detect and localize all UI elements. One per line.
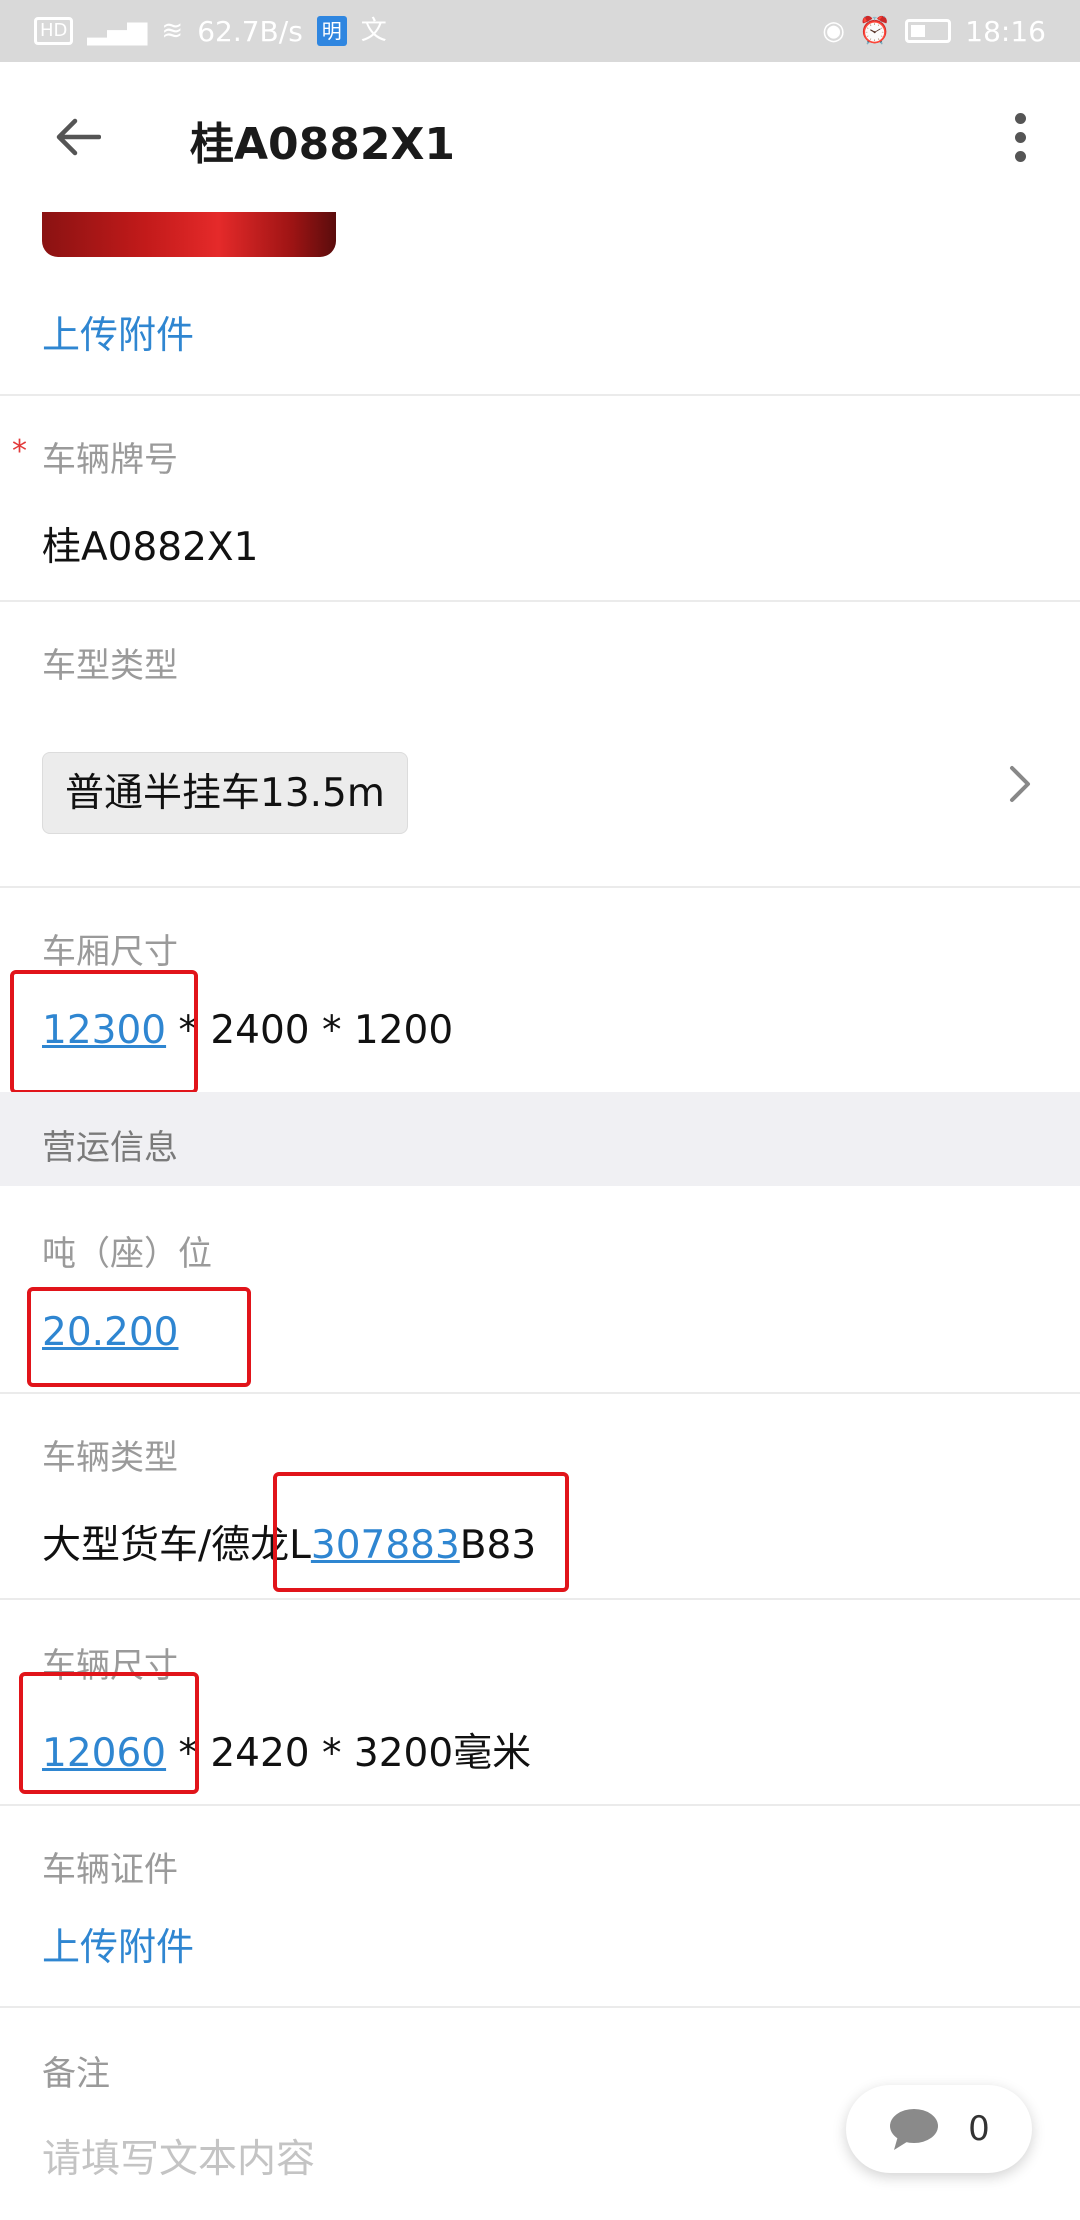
highlight-box-tonnage: [27, 1287, 251, 1387]
highlight-box-vehicle-length: [19, 1672, 199, 1794]
vehicle-model-type-tag[interactable]: 普通半挂车13.5m: [42, 752, 408, 834]
signal-icon: ▂▄▆: [87, 16, 148, 46]
cargo-box-size-rest: * 2400 * 1200: [166, 1008, 454, 1053]
more-dot-icon: [1014, 112, 1026, 124]
wifi-icon: ≋: [161, 16, 184, 46]
cargo-box-size-label: 车厢尺寸: [42, 932, 178, 972]
upload-attachment-link[interactable]: 上传附件: [42, 304, 194, 359]
back-button[interactable]: [42, 102, 112, 172]
hd-icon: HD: [34, 17, 74, 45]
app-bar: 桂A0882X1: [0, 62, 1080, 212]
vehicle-model-type-label: 车型类型: [42, 646, 178, 686]
operation-info-header: 营运信息: [0, 1092, 1080, 1186]
plate-number-field[interactable]: * 车辆牌号 桂A0882X1: [0, 398, 1080, 602]
operation-info-title: 营运信息: [42, 1128, 178, 1168]
page-title: 桂A0882X1: [190, 119, 456, 170]
status-left: HD ▂▄▆ ≋ 62.7B/s 明 文: [34, 15, 387, 48]
chat-bubble-icon: [890, 2109, 939, 2150]
tonnage-label: 吨（座）位: [42, 1234, 212, 1274]
remarks-label: 备注: [42, 2054, 110, 2094]
chevron-right-icon[interactable]: [1000, 754, 1040, 814]
more-dot-icon: [1014, 131, 1026, 143]
vehicle-certificate-upload-link[interactable]: 上传附件: [42, 1916, 194, 1971]
vehicle-model-type-field[interactable]: 车型类型 普通半挂车13.5m: [0, 604, 1080, 888]
alarm-icon: ⏰: [858, 16, 892, 46]
status-time: 18:16: [965, 14, 1046, 48]
comment-button[interactable]: 0: [846, 2085, 1032, 2173]
vehicle-type-label: 车辆类型: [42, 1438, 178, 1478]
eye-icon: ◉: [822, 16, 845, 46]
plate-number-value[interactable]: 桂A0882X1: [42, 516, 258, 572]
battery-icon: [905, 19, 952, 43]
more-options-button[interactable]: [990, 102, 1050, 172]
more-dot-icon: [1014, 150, 1026, 162]
comment-count: 0: [968, 2109, 990, 2149]
vehicle-certificate-field: 车辆证件 上传附件: [0, 1808, 1080, 2008]
translate-icon: 文: [360, 16, 387, 46]
network-speed: 62.7B/s: [197, 14, 303, 48]
status-right: ◉ ⏰ 18:16: [822, 15, 1046, 48]
vehicle-size-rest: * 2420 * 3200毫米: [166, 1731, 532, 1776]
app-icon: 明: [316, 16, 347, 46]
highlight-box-vehicle-model: [273, 1472, 569, 1592]
vehicle-photo-thumbnail[interactable]: [42, 212, 336, 257]
status-bar: HD ▂▄▆ ≋ 62.7B/s 明 文 ◉ ⏰ 18:16: [0, 0, 1080, 62]
back-arrow-icon: [56, 118, 101, 156]
remarks-placeholder[interactable]: 请填写文本内容: [42, 2128, 315, 2184]
required-mark: *: [12, 434, 27, 469]
vehicle-type-prefix: 大型货车/德龙L: [42, 1523, 311, 1568]
vehicle-certificate-label: 车辆证件: [42, 1850, 178, 1890]
plate-number-label: 车辆牌号: [42, 440, 178, 480]
photo-attachment-section: 上传附件: [0, 212, 1080, 396]
highlight-box-cargo-length: [10, 970, 198, 1094]
